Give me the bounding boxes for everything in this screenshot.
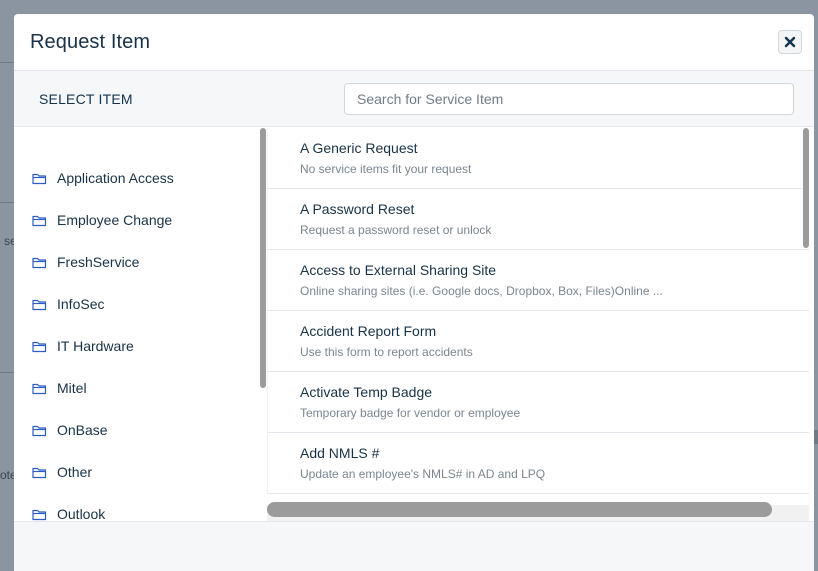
folder-icon bbox=[32, 214, 47, 227]
service-item-search-input[interactable] bbox=[344, 82, 794, 115]
service-item-row[interactable]: A Generic Request No service items fit yo… bbox=[267, 128, 809, 189]
service-item-list: A Generic Request No service items fit yo… bbox=[267, 128, 809, 521]
service-item-name: Activate Temp Badge bbox=[300, 384, 433, 400]
category-item[interactable]: Other bbox=[14, 451, 267, 493]
service-item-description: Use this form to report accidents bbox=[300, 345, 473, 359]
folder-icon bbox=[32, 256, 47, 269]
select-item-toolbar: SELECT ITEM bbox=[14, 71, 814, 127]
category-item[interactable]: Mitel bbox=[14, 367, 267, 409]
service-item-name: Add NMLS # bbox=[300, 445, 380, 461]
modal-header: Request Item bbox=[14, 14, 814, 71]
category-label: IT Hardware bbox=[57, 338, 134, 354]
service-item-row[interactable]: A Password Reset Request a password reset… bbox=[267, 189, 809, 250]
backdrop-divider bbox=[0, 62, 14, 63]
category-label: FreshService bbox=[57, 254, 140, 270]
category-label: InfoSec bbox=[57, 296, 105, 312]
service-list-vertical-scrollbar[interactable] bbox=[803, 128, 809, 248]
category-item[interactable]: IT Hardware bbox=[14, 325, 267, 367]
backdrop-divider bbox=[0, 202, 14, 203]
category-label: Other bbox=[57, 464, 93, 480]
folder-icon bbox=[32, 424, 47, 437]
category-item[interactable]: Employee Change bbox=[14, 199, 267, 241]
category-item[interactable]: Application Access bbox=[14, 157, 267, 199]
category-label: Application Access bbox=[57, 170, 174, 186]
service-item-row[interactable]: Access to External Sharing Site Online sh… bbox=[267, 250, 809, 311]
service-list-horizontal-scrollbar[interactable] bbox=[267, 502, 772, 517]
modal-body: Application Access Employee Change FreshSe… bbox=[14, 128, 814, 521]
category-label: Mitel bbox=[57, 380, 87, 396]
category-label: Outlook bbox=[57, 506, 106, 521]
category-item[interactable]: InfoSec bbox=[14, 283, 267, 325]
backdrop-strip bbox=[814, 430, 818, 444]
service-item-row[interactable]: Add NMLS # Update an employee's NMLS# in … bbox=[267, 433, 809, 494]
folder-icon bbox=[32, 172, 47, 185]
service-item-description: Request a password reset or unlock bbox=[300, 223, 492, 237]
select-item-label: SELECT ITEM bbox=[39, 90, 133, 107]
service-item-description: Online sharing sites (i.e. Google docs, … bbox=[300, 284, 663, 298]
folder-icon bbox=[32, 340, 47, 353]
service-item-name: Access to External Sharing Site bbox=[300, 262, 497, 278]
folder-icon bbox=[32, 382, 47, 395]
service-item-row[interactable]: Accident Report Form Use this form to rep… bbox=[267, 311, 809, 372]
modal-title: Request Item bbox=[30, 30, 151, 53]
category-scrollbar[interactable] bbox=[260, 128, 266, 388]
service-item-rows: A Generic Request No service items fit yo… bbox=[267, 128, 809, 494]
category-label: OnBase bbox=[57, 422, 108, 438]
service-item-row[interactable]: Activate Temp Badge Temporary badge for v… bbox=[267, 372, 809, 433]
folder-icon bbox=[32, 466, 47, 479]
close-button[interactable] bbox=[778, 30, 802, 54]
folder-icon bbox=[32, 298, 47, 311]
category-label: Employee Change bbox=[57, 212, 173, 228]
request-item-modal: Request Item SELECT ITEM Application Acc… bbox=[14, 14, 814, 571]
service-item-description: Temporary badge for vendor or employee bbox=[300, 406, 521, 420]
service-item-description: Update an employee's NMLS# in AD and LPQ bbox=[300, 467, 546, 481]
service-item-name: A Password Reset bbox=[300, 201, 415, 217]
backdrop-divider bbox=[0, 372, 14, 373]
service-item-name: A Generic Request bbox=[300, 140, 418, 156]
folder-icon bbox=[32, 508, 47, 521]
category-item[interactable]: OnBase bbox=[14, 409, 267, 451]
category-item[interactable]: Outlook bbox=[14, 493, 267, 521]
category-list: Application Access Employee Change FreshSe… bbox=[14, 128, 267, 521]
category-item[interactable]: FreshService bbox=[14, 241, 267, 283]
service-item-name: Accident Report Form bbox=[300, 323, 437, 339]
modal-footer bbox=[14, 521, 814, 571]
close-icon bbox=[784, 36, 796, 48]
service-item-description: No service items fit your request bbox=[300, 162, 472, 176]
